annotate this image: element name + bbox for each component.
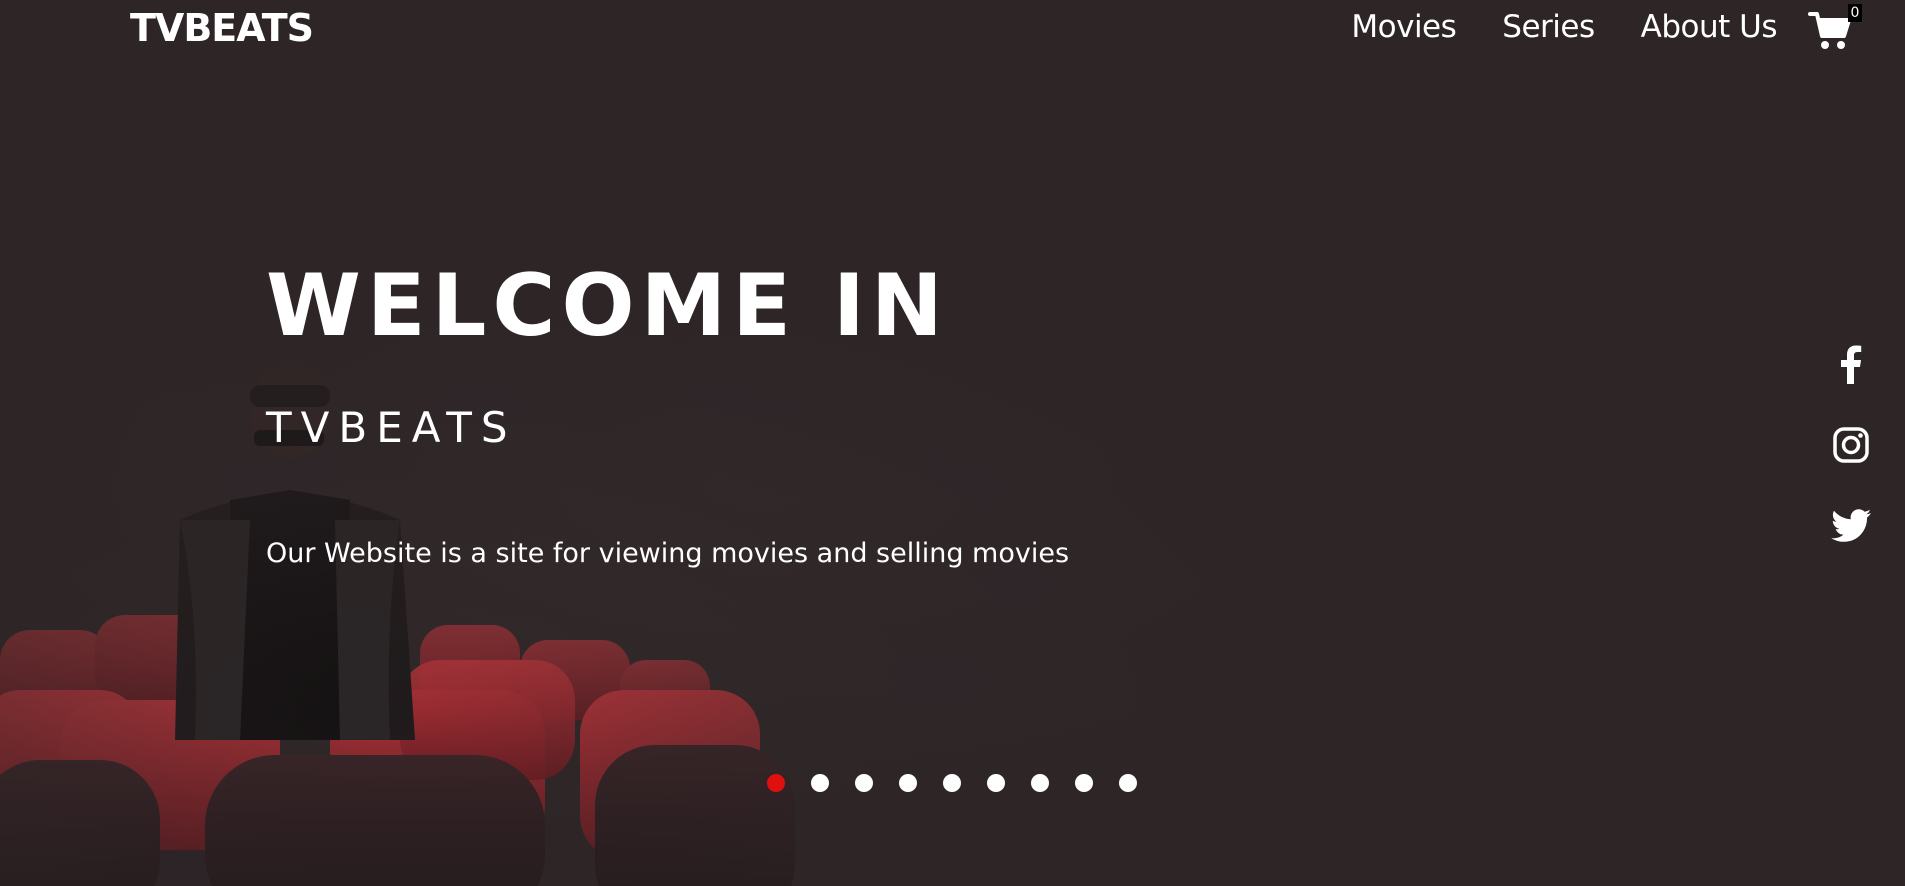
page: TVBEATS Movies Series About Us 0 WELCOME…	[0, 0, 1905, 886]
site-header: TVBEATS Movies Series About Us 0	[0, 0, 1905, 56]
hero-title: WELCOME IN	[266, 256, 949, 356]
slider-dot-9[interactable]	[1119, 774, 1137, 792]
slider-dot-5[interactable]	[943, 774, 961, 792]
slider-pagination	[767, 774, 1137, 792]
facebook-icon[interactable]	[1826, 340, 1876, 390]
slider-dot-2[interactable]	[811, 774, 829, 792]
site-logo[interactable]: TVBEATS	[130, 2, 314, 54]
slider-dot-3[interactable]	[855, 774, 873, 792]
instagram-icon[interactable]	[1826, 420, 1876, 470]
nav-movies[interactable]: Movies	[1351, 6, 1456, 48]
main-nav: Movies Series About Us	[1351, 6, 1777, 48]
nav-series[interactable]: Series	[1502, 6, 1595, 48]
slider-dot-4[interactable]	[899, 774, 917, 792]
nav-about-us[interactable]: About Us	[1641, 6, 1778, 48]
slider-dot-6[interactable]	[987, 774, 1005, 792]
slider-dot-7[interactable]	[1031, 774, 1049, 792]
hero-subtitle: TVBEATS	[266, 403, 517, 452]
hero-description: Our Website is a site for viewing movies…	[266, 538, 1070, 569]
twitter-icon[interactable]	[1826, 500, 1876, 550]
cart-count-badge: 0	[1848, 4, 1862, 22]
slider-dot-1[interactable]	[767, 774, 785, 792]
cart-icon[interactable]	[1808, 8, 1852, 52]
slider-dot-8[interactable]	[1075, 774, 1093, 792]
